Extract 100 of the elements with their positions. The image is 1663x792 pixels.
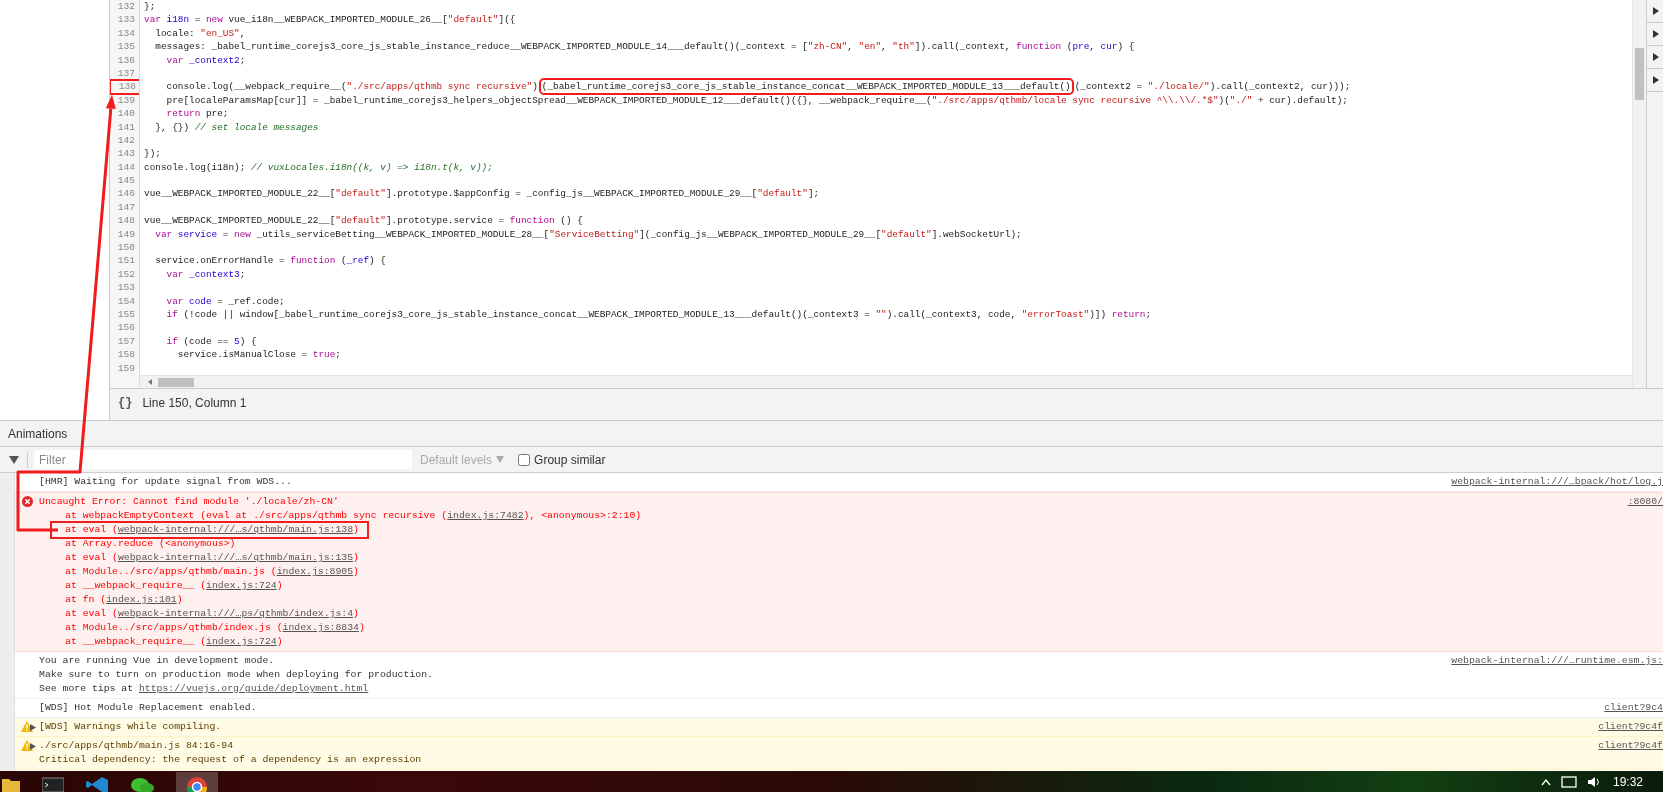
code-line: }, {}) // set locale messages: [154, 121, 319, 133]
source-link[interactable]: webpack-internal:///…s/qthmb/main.js:135: [117, 552, 354, 563]
monitor-icon[interactable]: [1560, 775, 1577, 788]
code-line: service.onErrorHandle = function (_ref) {: [154, 255, 386, 267]
message-text: Critical dependency: the request of a dependency is an expression: [39, 753, 423, 767]
message-text: See more tips at https://vuejs.org/guide/deployment.html: [39, 682, 370, 696]
code-line: var code = _ref.code;: [165, 295, 285, 307]
line-number: 140: [116, 107, 136, 121]
line-number: 144: [116, 160, 136, 175]
source-link[interactable]: webpack-internal:///…bpack/hot/log.j: [1441, 475, 1663, 489]
message-text: You are running Vue in development mode.: [39, 654, 276, 668]
source-link[interactable]: client?9c4f: [1588, 739, 1663, 767]
source-link[interactable]: client?9c4f: [1588, 720, 1663, 734]
code-editor-icon[interactable]: [86, 776, 108, 792]
code-line: console.log(i18n); // vuxLocales.i18n((k, v) => i18n.t(k, v));: [144, 161, 493, 173]
message-text: [HMR] Waiting for update signal from WDS...: [39, 475, 293, 489]
source-link[interactable]: index.js:724: [206, 580, 277, 591]
code-line: return pre;: [165, 108, 229, 120]
code-line: messages: _babel_runtime_corejs3_core_js_stable_instance_reduce__WEBPACK_IMPORTED_MODULE_14___default()(_context = ["zh-CN", "en", "th"]).call(_context, function (pre, cur) {: [154, 41, 1135, 53]
code-line: vue__WEBPACK_IMPORTED_MODULE_22__["default"].prototype.service = function () {: [144, 215, 583, 227]
stack-trace-line: at Module../src/apps/qthmb/index.js (index.js:8834): [64, 621, 365, 635]
line-number: 138: [110, 80, 139, 94]
expand-arrow-icon[interactable]: [1651, 76, 1659, 84]
line-number: 154: [116, 294, 136, 308]
source-link[interactable]: webpack-internal:///…runtime.esm.js:: [1441, 654, 1663, 696]
message-text: Make sure to turn on production mode when deploying for production.: [39, 668, 434, 682]
line-number: 136: [116, 53, 136, 67]
stack-trace-line: at __webpack_require__ (index.js:724): [64, 579, 283, 593]
checkbox-label: Group similar: [534, 452, 606, 467]
message-text: Uncaught Error: Cannot find module './locale/zh-CN': [39, 495, 340, 509]
source-link[interactable]: webpack-internal:///…ps/qthmb/index.js:4: [117, 608, 354, 619]
line-number: 155: [116, 308, 136, 322]
code-line: var service = new _utils_serviceBetting__WEBPACK_IMPORTED_MODULE_28__["ServiceBetting"](_config_js__WEBPACK_IMPORTED_MODULE_29__["default"].webSocketUrl);: [154, 228, 1022, 240]
expand-arrow-icon[interactable]: [1651, 7, 1659, 15]
source-link[interactable]: index.js:8905: [276, 566, 354, 577]
cursor-position: Line 150, Column 1: [142, 396, 247, 410]
terminal-icon[interactable]: [42, 776, 64, 792]
line-number: 139: [116, 93, 136, 108]
source-link[interactable]: index.js:724: [206, 636, 277, 647]
line-number: 147: [116, 200, 136, 215]
line-number: 159: [116, 361, 136, 375]
stack-trace-line: at __webpack_require__ (index.js:724): [64, 635, 283, 649]
source-link[interactable]: index.js:7482: [447, 510, 524, 521]
stack-trace-line: at Module../src/apps/qthmb/main.js (index.js:8905): [64, 565, 359, 579]
expand-arrow-icon[interactable]: [1651, 30, 1659, 38]
line-number: 146: [116, 187, 136, 201]
source-link[interactable]: https://vuejs.org/guide/deployment.html: [138, 683, 369, 694]
expand-triangle-icon[interactable]: [30, 723, 36, 731]
code-line: });: [144, 148, 161, 160]
clock: 19:32: [1612, 774, 1643, 789]
line-number: 135: [116, 40, 136, 54]
code-line: var i18n = new vue_i18n__WEBPACK_IMPORTED_MODULE_26__["default"]({: [144, 14, 516, 26]
code-line: var _context3;: [165, 268, 246, 280]
code-line: locale: "en_US",: [154, 27, 246, 39]
message-text: [WDS] Hot Module Replacement enabled.: [39, 701, 258, 715]
source-link[interactable]: :8080/: [1617, 495, 1663, 649]
stack-trace-line: at eval (webpack-internal:///…ps/qthmb/index.js:4): [64, 607, 359, 621]
source-link[interactable]: client?9c4: [1594, 701, 1663, 715]
line-number: 143: [116, 147, 136, 161]
browser-taskbar-button[interactable]: [176, 772, 218, 792]
code-line: console.log(__webpack_require__("./src/apps/qthmb sync recursive") (_babel_runtime_corejs3_core_js_stable_instance_concat__WEBPACK_IMPORTED_MODULE_13___default() (_context2 = "./locale/").call(_context2, cur)));: [144, 81, 1351, 93]
source-link[interactable]: index.js:8834: [282, 622, 359, 633]
line-number: 152: [116, 267, 136, 282]
scrollbar-thumb[interactable]: [1635, 48, 1644, 100]
scroll-left-icon[interactable]: [146, 378, 154, 386]
line-number: 142: [116, 133, 136, 148]
line-number: 133: [116, 13, 136, 27]
line-number: 151: [116, 254, 136, 268]
code-line: pre[localeParamsMap[cur]] = _babel_runtime_corejs3_helpers_objectSpread__WEBPACK_IMPORTED_MODULE_12___default()({}, __webpack_require__("./src/apps/qthmb/locale sync recursive ^\\.\\/.*$")("./" + cur).default);: [165, 94, 1348, 106]
line-number: 132: [116, 0, 136, 14]
line-number: 158: [116, 348, 136, 362]
pretty-print-button[interactable]: {}: [110, 396, 133, 410]
horizontal-scrollbar[interactable]: [140, 375, 1632, 388]
browser-icon: [186, 776, 208, 792]
code-line: var _context2;: [165, 54, 246, 66]
caret-icon: [496, 456, 505, 463]
dropdown-caret-icon[interactable]: [9, 455, 19, 464]
expand-arrow-icon[interactable]: [1651, 53, 1659, 61]
line-number: 141: [116, 120, 136, 134]
line-number: 145: [116, 174, 136, 188]
folder-icon[interactable]: [2, 776, 20, 792]
line-number: 137: [116, 66, 136, 81]
vertical-scrollbar[interactable]: [1632, 0, 1646, 388]
line-number: 153: [116, 281, 136, 295]
expand-triangle-icon[interactable]: [30, 742, 36, 750]
line-number: 149: [116, 227, 136, 242]
code-line: vue__WEBPACK_IMPORTED_MODULE_22__["default"].prototype.$appConfig = _config_js__WEBPACK_IMPORTED_MODULE_29__["default"];: [144, 188, 820, 200]
filter-field[interactable]: Filter: [34, 450, 412, 469]
group-similar-checkbox[interactable]: [518, 453, 531, 466]
code-line: if (code == 5) {: [165, 335, 257, 347]
code-line: };: [144, 1, 156, 12]
source-link[interactable]: index.js:101: [106, 594, 177, 605]
line-number: 156: [116, 321, 136, 335]
line-number: 157: [116, 334, 136, 349]
scrollbar-thumb[interactable]: [158, 377, 194, 387]
code-line: if (!code || window[_babel_runtime_corejs3_core_js_stable_instance_concat__WEBPACK_IMPORTED_MODULE_13___default()(_context3 = "").call(_context3, code, "errorToast")]) return;: [165, 309, 1152, 320]
drawer-tab[interactable]: Animations: [0, 421, 76, 446]
chat-icon[interactable]: [130, 776, 154, 792]
stack-trace-line: at Array.reduce (<anonymous>): [64, 537, 236, 551]
source-link[interactable]: webpack-internal:///…s/qthmb/main.js:138: [117, 524, 354, 535]
